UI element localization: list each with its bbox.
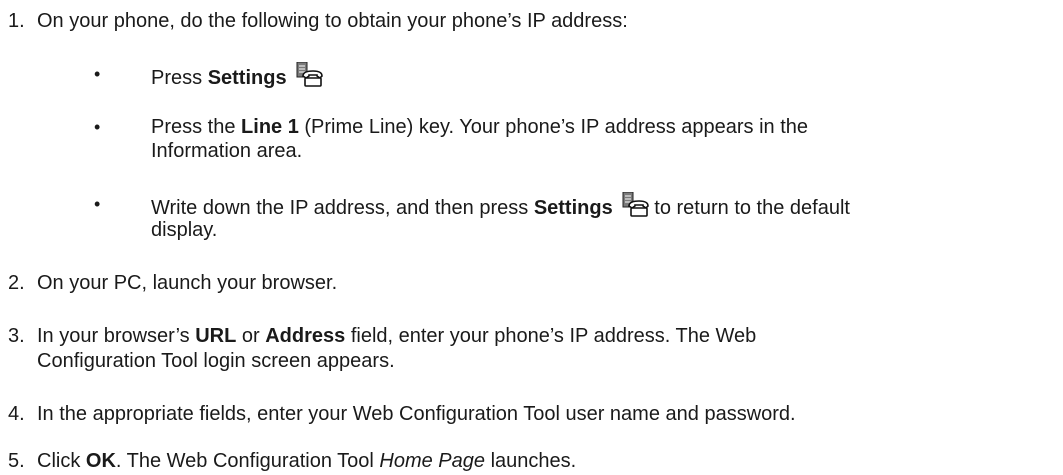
step-text-post: field, enter your phone’s IP address. Th…	[345, 325, 757, 347]
step-text-pre: Click	[37, 450, 86, 472]
bullet-text-pre: Press	[151, 67, 208, 89]
bullet-text: Press the Line 1 (Prime Line) key. Your …	[151, 115, 808, 139]
step-text-mid: . The Web Configuration Tool	[115, 450, 380, 472]
step-number: 2.	[8, 272, 25, 294]
settings-phone-icon	[295, 61, 323, 94]
step-text-mid: or	[236, 325, 266, 347]
step-text-post: launches.	[485, 450, 577, 472]
settings-phone-icon	[621, 191, 649, 224]
home-page-label: Home Page	[379, 450, 486, 472]
step-number: 4.	[8, 403, 25, 425]
bullet-text-post: (Prime Line) key. Your phone’s IP addres…	[298, 116, 809, 138]
bullet-symbol: •	[94, 64, 101, 84]
settings-key-label: Settings	[533, 197, 613, 219]
settings-key-label: Settings	[207, 67, 287, 89]
bullet-text: Write down the IP address, and then pres…	[151, 191, 850, 224]
bullet-symbol: •	[94, 194, 101, 214]
step-text: On your phone, do the following to obtai…	[37, 10, 628, 32]
step-text-line2: Configuration Tool login screen appears.	[37, 350, 395, 372]
url-field-label: URL	[195, 325, 237, 347]
bullet-symbol: •	[94, 117, 101, 137]
bullet-text-pre: Write down the IP address, and then pres…	[151, 197, 534, 219]
bullet-text-post: to return to the default	[648, 197, 850, 219]
step-text: On your PC, launch your browser.	[37, 272, 338, 294]
bullet-text-line2: display.	[151, 219, 218, 241]
step-text: In your browser’s URL or Address field, …	[37, 324, 756, 348]
address-field-label: Address	[265, 325, 346, 347]
bullet-text: Press Settings	[151, 61, 323, 94]
bullet-text-pre: Press the	[151, 116, 242, 138]
bullet-text-line2: Information area.	[151, 140, 303, 162]
step-number: 5.	[8, 450, 25, 472]
step-number: 1.	[8, 10, 25, 32]
step-text: In the appropriate fields, enter your We…	[37, 403, 796, 425]
step-text-pre: In your browser’s	[37, 325, 196, 347]
line1-key-label: Line 1	[241, 116, 299, 138]
ok-button-label: OK	[85, 450, 116, 472]
step-text: Click OK. The Web Configuration Tool Hom…	[37, 449, 576, 473]
step-number: 3.	[8, 325, 25, 347]
